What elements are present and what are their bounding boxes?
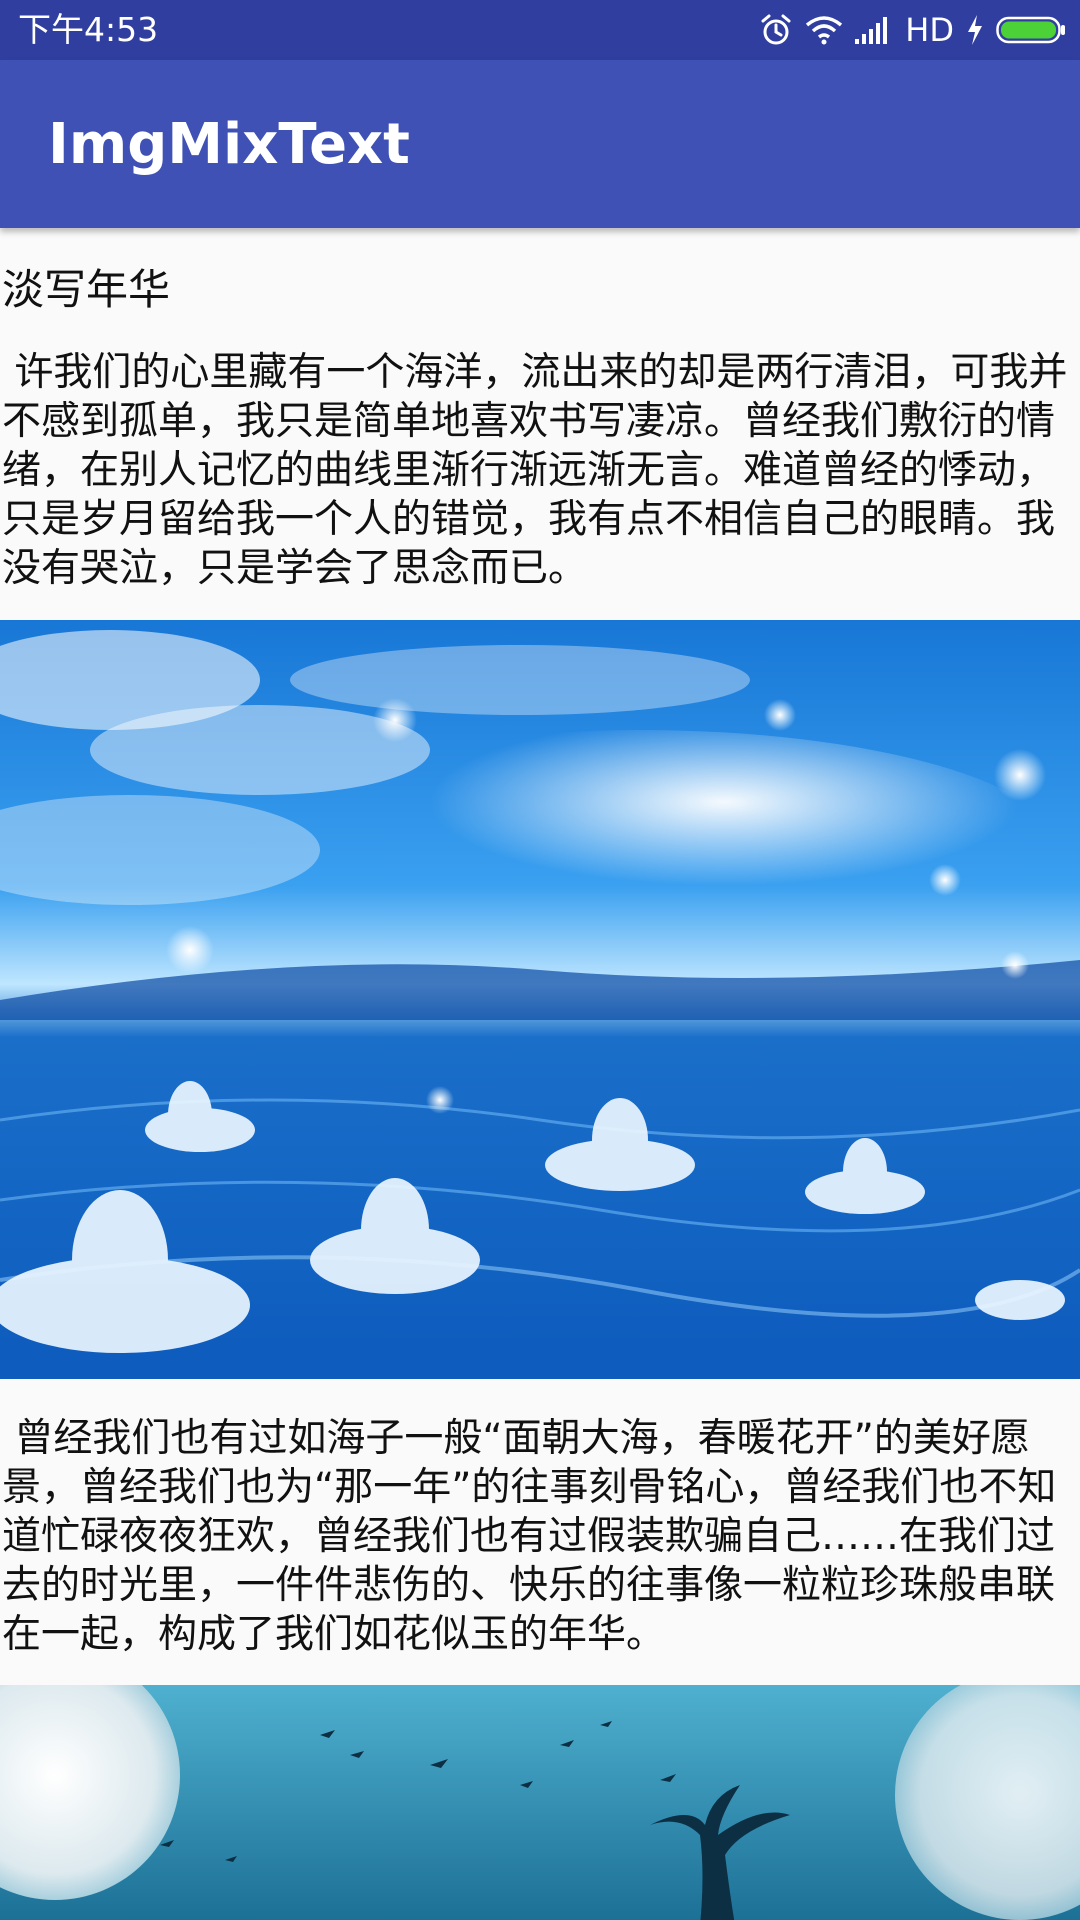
alarm-icon <box>759 13 793 47</box>
app-title: ImgMixText <box>48 112 410 177</box>
app-bar: ImgMixText <box>0 60 1080 228</box>
article-paragraph-1: 许我们的心里藏有一个海洋，流出来的却是两行清泪，可我并不感到孤单，我只是简单地喜… <box>2 350 1068 591</box>
wifi-icon <box>805 15 843 45</box>
blue-lotus-sea-image <box>0 620 1080 1379</box>
moonlit-tree-image <box>0 1685 1080 1920</box>
article-paragraph-2: 曾经我们也有过如海子一般“面朝大海，春暖花开”的美好愿景，曾经我们也为“那一年”… <box>2 1416 1057 1657</box>
status-time: 下午4:53 <box>18 10 159 49</box>
charging-icon <box>966 14 984 46</box>
article-title: 淡写年华 <box>2 265 171 314</box>
status-bar: 下午4:53 HD <box>0 0 1080 60</box>
network-type-label: HD <box>905 11 954 49</box>
signal-icon <box>855 15 893 45</box>
battery-icon <box>996 15 1066 45</box>
article-content[interactable]: 淡写年华 许我们的心里藏有一个海洋，流出来的却是两行清泪，可我并不感到孤单，我只… <box>0 228 1080 1920</box>
status-icons: HD <box>759 10 1066 50</box>
